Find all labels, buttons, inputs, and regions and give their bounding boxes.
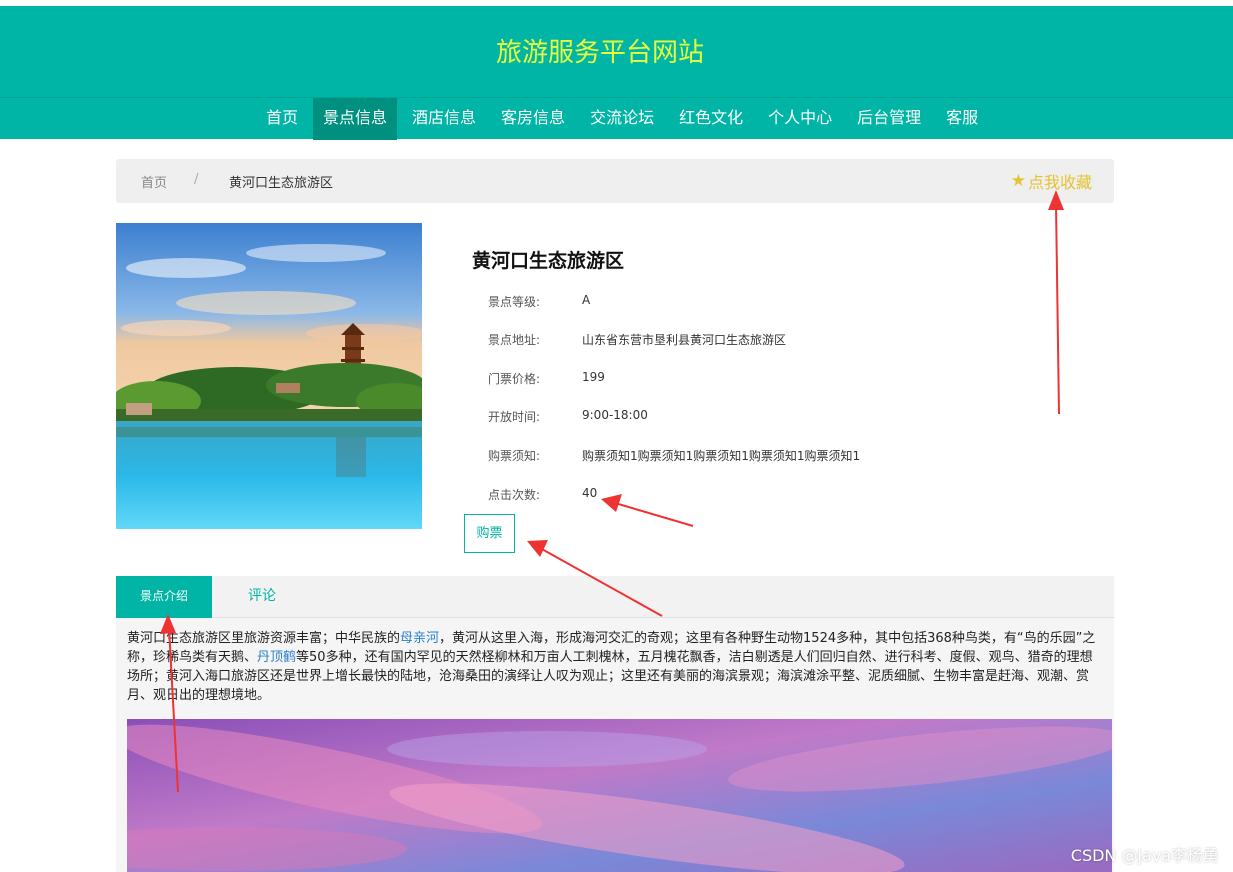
arrow-head-buy bbox=[527, 540, 548, 557]
nav-item-profile[interactable]: 个人中心 bbox=[758, 98, 842, 140]
favorite-button[interactable]: ★ 点我收藏 bbox=[1011, 169, 1092, 193]
arrow-head-clicks bbox=[601, 494, 622, 512]
info-value: 9:00-18:00 bbox=[582, 408, 648, 422]
intro-link-mother-river[interactable]: 母亲河 bbox=[400, 631, 439, 646]
sunset-sky-image bbox=[127, 719, 1112, 872]
nav-item-admin[interactable]: 后台管理 bbox=[847, 98, 931, 140]
breadcrumb-current: 黄河口生态旅游区 bbox=[229, 176, 334, 191]
info-label: 开放时间: bbox=[488, 410, 541, 424]
info-value: 山东省东营市垦利县黄河口生态旅游区 bbox=[582, 333, 787, 347]
info-value: 购票须知1购票须知1购票须知1购票须知1购票须知1 bbox=[582, 449, 861, 463]
arrow-to-clicks bbox=[614, 502, 694, 527]
favorite-label: 点我收藏 bbox=[1027, 173, 1092, 192]
star-icon: ★ bbox=[1010, 171, 1026, 191]
info-value: 199 bbox=[582, 370, 605, 384]
info-label: 景点等级: bbox=[488, 295, 541, 309]
nav-list: 首页 景点信息 酒店信息 客房信息 交流论坛 红色文化 个人中心 后台管理 客服 bbox=[256, 98, 993, 140]
buy-ticket-button[interactable]: 购票 bbox=[464, 514, 515, 553]
breadcrumb-separator: / bbox=[194, 172, 199, 187]
info-value: A bbox=[582, 293, 591, 307]
nav-item-support[interactable]: 客服 bbox=[936, 98, 988, 140]
intro-text: 黄河口生态旅游区里旅游资源丰富；中华民族的母亲河，黄河从这里入海，形成海河交汇的… bbox=[127, 629, 1102, 705]
tab-intro[interactable]: 景点介绍 bbox=[116, 576, 212, 618]
nav-item-rooms[interactable]: 客房信息 bbox=[491, 98, 575, 140]
tab-comment[interactable]: 评论 bbox=[222, 576, 302, 618]
nav-item-hotels[interactable]: 酒店信息 bbox=[402, 98, 486, 140]
info-label: 景点地址: bbox=[488, 333, 541, 347]
intro-link-crane[interactable]: 丹顶鹤 bbox=[257, 650, 296, 665]
site-title: 旅游服务平台网站 bbox=[495, 38, 704, 68]
detail-tabs: 景点介绍 评论 bbox=[116, 576, 1114, 618]
nav-item-forum[interactable]: 交流论坛 bbox=[580, 98, 664, 140]
info-label: 购票须知: bbox=[488, 449, 541, 463]
attraction-title: 黄河口生态旅游区 bbox=[472, 250, 625, 272]
arrow-to-favorite bbox=[1055, 203, 1060, 415]
info-label: 点击次数: bbox=[488, 488, 541, 502]
nav-item-red-culture[interactable]: 红色文化 bbox=[669, 98, 753, 140]
site-header: 旅游服务平台网站 bbox=[0, 6, 1233, 98]
csdn-watermark: CSDN @java李杨勇 bbox=[1070, 846, 1219, 865]
sunset-clouds-image bbox=[127, 719, 1112, 872]
nav-item-attractions[interactable]: 景点信息 bbox=[313, 98, 398, 140]
main-nav: 首页 景点信息 酒店信息 客房信息 交流论坛 红色文化 个人中心 后台管理 客服 bbox=[0, 97, 1233, 140]
intro-text-part: 黄河口生态旅游区里旅游资源丰富；中华民族的 bbox=[127, 631, 401, 646]
attraction-photo bbox=[116, 223, 422, 529]
pagoda-lake-image bbox=[116, 223, 422, 529]
breadcrumb-home-link[interactable]: 首页 bbox=[141, 172, 167, 191]
info-value: 40 bbox=[582, 486, 598, 500]
info-label: 门票价格: bbox=[488, 372, 541, 386]
breadcrumb: 首页 / 黄河口生态旅游区 ★ 点我收藏 bbox=[116, 159, 1114, 203]
nav-item-home[interactable]: 首页 bbox=[256, 98, 308, 140]
